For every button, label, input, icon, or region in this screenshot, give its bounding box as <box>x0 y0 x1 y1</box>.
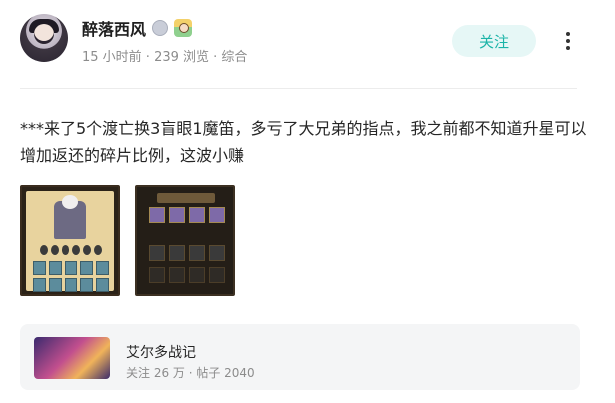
post-meta: 15 小时前 · 239 浏览 · 综合 <box>82 50 248 65</box>
star-slots <box>40 245 102 255</box>
divider <box>20 88 577 89</box>
image-title-bar <box>157 193 215 203</box>
user-line: 醉落西风 <box>82 16 193 40</box>
username[interactable]: 醉落西风 <box>82 16 146 40</box>
item-row <box>149 207 225 223</box>
forum-name: 艾尔多战记 <box>126 345 196 361</box>
forum-cover-image <box>34 337 110 379</box>
follow-button[interactable]: 关注 <box>452 25 536 57</box>
more-options-icon[interactable] <box>560 26 576 56</box>
image-panel <box>26 191 114 292</box>
post-header: 醉落西风 15 小时前 · 239 浏览 · 综合 关注 <box>20 14 595 66</box>
more-dot <box>566 32 570 36</box>
post-body: ***来了5个渡亡换3盲眼1魔笛，多亏了大兄弟的指点，我之前都不知道升星可以增加… <box>20 119 587 165</box>
avatar[interactable] <box>20 14 68 62</box>
character-badge-icon <box>174 19 193 37</box>
avatar-face <box>34 24 54 44</box>
forum-card[interactable]: 艾尔多战记 关注 26 万 · 帖子 2040 <box>20 324 580 390</box>
more-dot <box>566 46 570 50</box>
post-image-2[interactable] <box>135 185 235 296</box>
post-image-1[interactable] <box>20 185 120 296</box>
item-row <box>149 267 225 283</box>
item-row <box>149 245 225 261</box>
level-badge-icon <box>152 20 169 36</box>
forum-stats: 关注 26 万 · 帖子 2040 <box>126 366 255 380</box>
more-dot <box>566 39 570 43</box>
item-grid <box>33 261 109 292</box>
hero-figure <box>54 195 86 239</box>
